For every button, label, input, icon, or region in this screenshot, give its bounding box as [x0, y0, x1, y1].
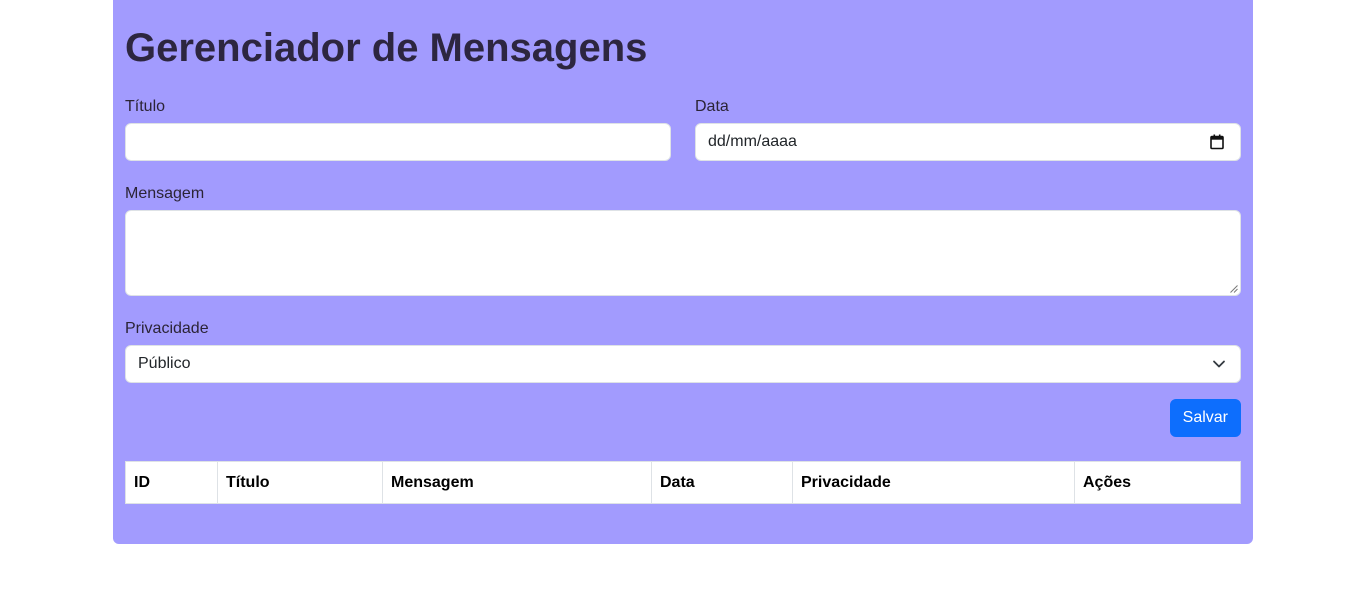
mensagem-textarea[interactable] [125, 210, 1241, 296]
date-placeholder: dd/mm/aaaa [708, 133, 797, 150]
titulo-label: Título [125, 98, 166, 115]
column-header-titulo: Título [217, 461, 383, 504]
mensagem-label: Mensagem [125, 185, 205, 202]
column-header-acoes: Ações [1074, 461, 1241, 504]
title-date-row: Título Data dd/mm/aaaa [125, 74, 1241, 161]
main-container: Gerenciador de Mensagens Título Data dd/… [113, 0, 1253, 544]
table-header-row: ID Título Mensagem Data Privacidade Açõe… [125, 461, 1241, 504]
column-header-id: ID [125, 461, 218, 504]
chevron-down-icon [1213, 360, 1225, 368]
data-group: Data dd/mm/aaaa [695, 74, 1241, 161]
data-label: Data [695, 98, 729, 115]
privacidade-label: Privacidade [125, 320, 209, 337]
column-header-data: Data [651, 461, 793, 504]
form-actions: Salvar [125, 399, 1241, 437]
messages-table: ID Título Mensagem Data Privacidade Açõe… [125, 461, 1241, 504]
privacidade-selected-value: Público [138, 355, 191, 372]
page-title: Gerenciador de Mensagens [125, 26, 648, 70]
column-header-privacidade: Privacidade [792, 461, 1075, 504]
column-header-mensagem: Mensagem [382, 461, 652, 504]
calendar-icon[interactable] [1210, 134, 1226, 150]
resize-grip-icon[interactable] [1230, 285, 1238, 293]
date-input[interactable]: dd/mm/aaaa [695, 123, 1241, 161]
titulo-group: Título [125, 74, 671, 161]
save-button[interactable]: Salvar [1169, 399, 1241, 437]
titulo-input[interactable] [125, 123, 671, 161]
privacidade-select[interactable]: Público [125, 345, 1241, 383]
